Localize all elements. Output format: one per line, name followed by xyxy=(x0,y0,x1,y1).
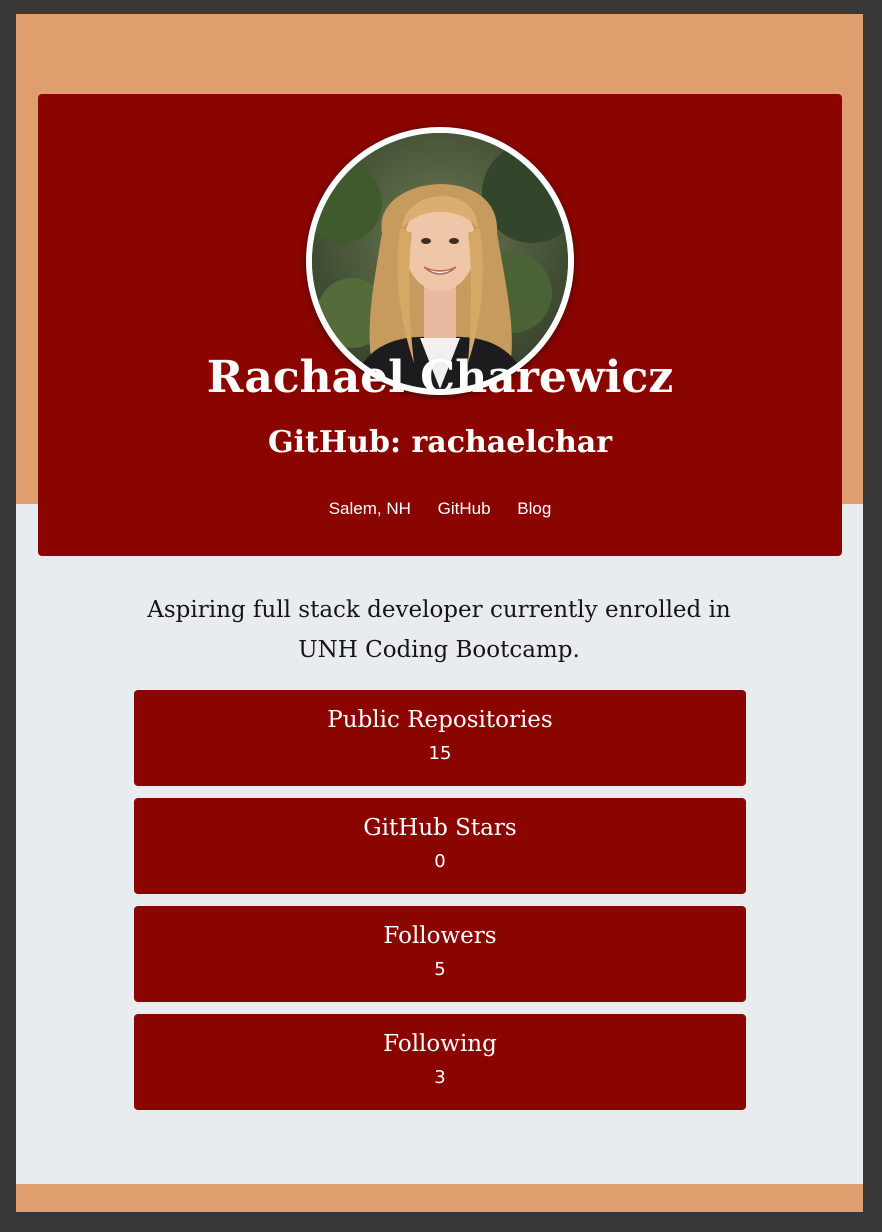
stat-value: 15 xyxy=(428,743,452,764)
stats-list: Public Repositories 15 GitHub Stars 0 Fo… xyxy=(134,690,746,1122)
stat-value: 0 xyxy=(434,851,446,872)
blog-link[interactable]: Blog xyxy=(517,497,551,521)
bottom-accent-band xyxy=(16,1184,863,1212)
stat-label: Followers xyxy=(383,923,497,949)
profile-header-card xyxy=(38,94,842,556)
stat-card-public-repositories: Public Repositories 15 xyxy=(134,690,746,786)
profile-links: Salem, NH GitHub Blog xyxy=(38,497,842,521)
stat-value: 5 xyxy=(434,959,446,980)
stat-value: 3 xyxy=(434,1067,446,1088)
location-link[interactable]: Salem, NH xyxy=(329,497,411,521)
stat-label: Public Repositories xyxy=(327,707,553,733)
profile-bio: Aspiring full stack developer currently … xyxy=(147,597,731,663)
stat-card-followers: Followers 5 xyxy=(134,906,746,1002)
github-link[interactable]: GitHub xyxy=(438,497,491,521)
stat-card-github-stars: GitHub Stars 0 xyxy=(134,798,746,894)
stat-label: GitHub Stars xyxy=(363,815,517,841)
github-username: GitHub: rachaelchar xyxy=(267,425,613,460)
profile-name: Rachael Charewicz xyxy=(206,352,674,403)
stat-label: Following xyxy=(383,1031,497,1057)
profile-page: Rachael Charewicz GitHub: rachaelchar Sa… xyxy=(16,14,863,1212)
stat-card-following: Following 3 xyxy=(134,1014,746,1110)
